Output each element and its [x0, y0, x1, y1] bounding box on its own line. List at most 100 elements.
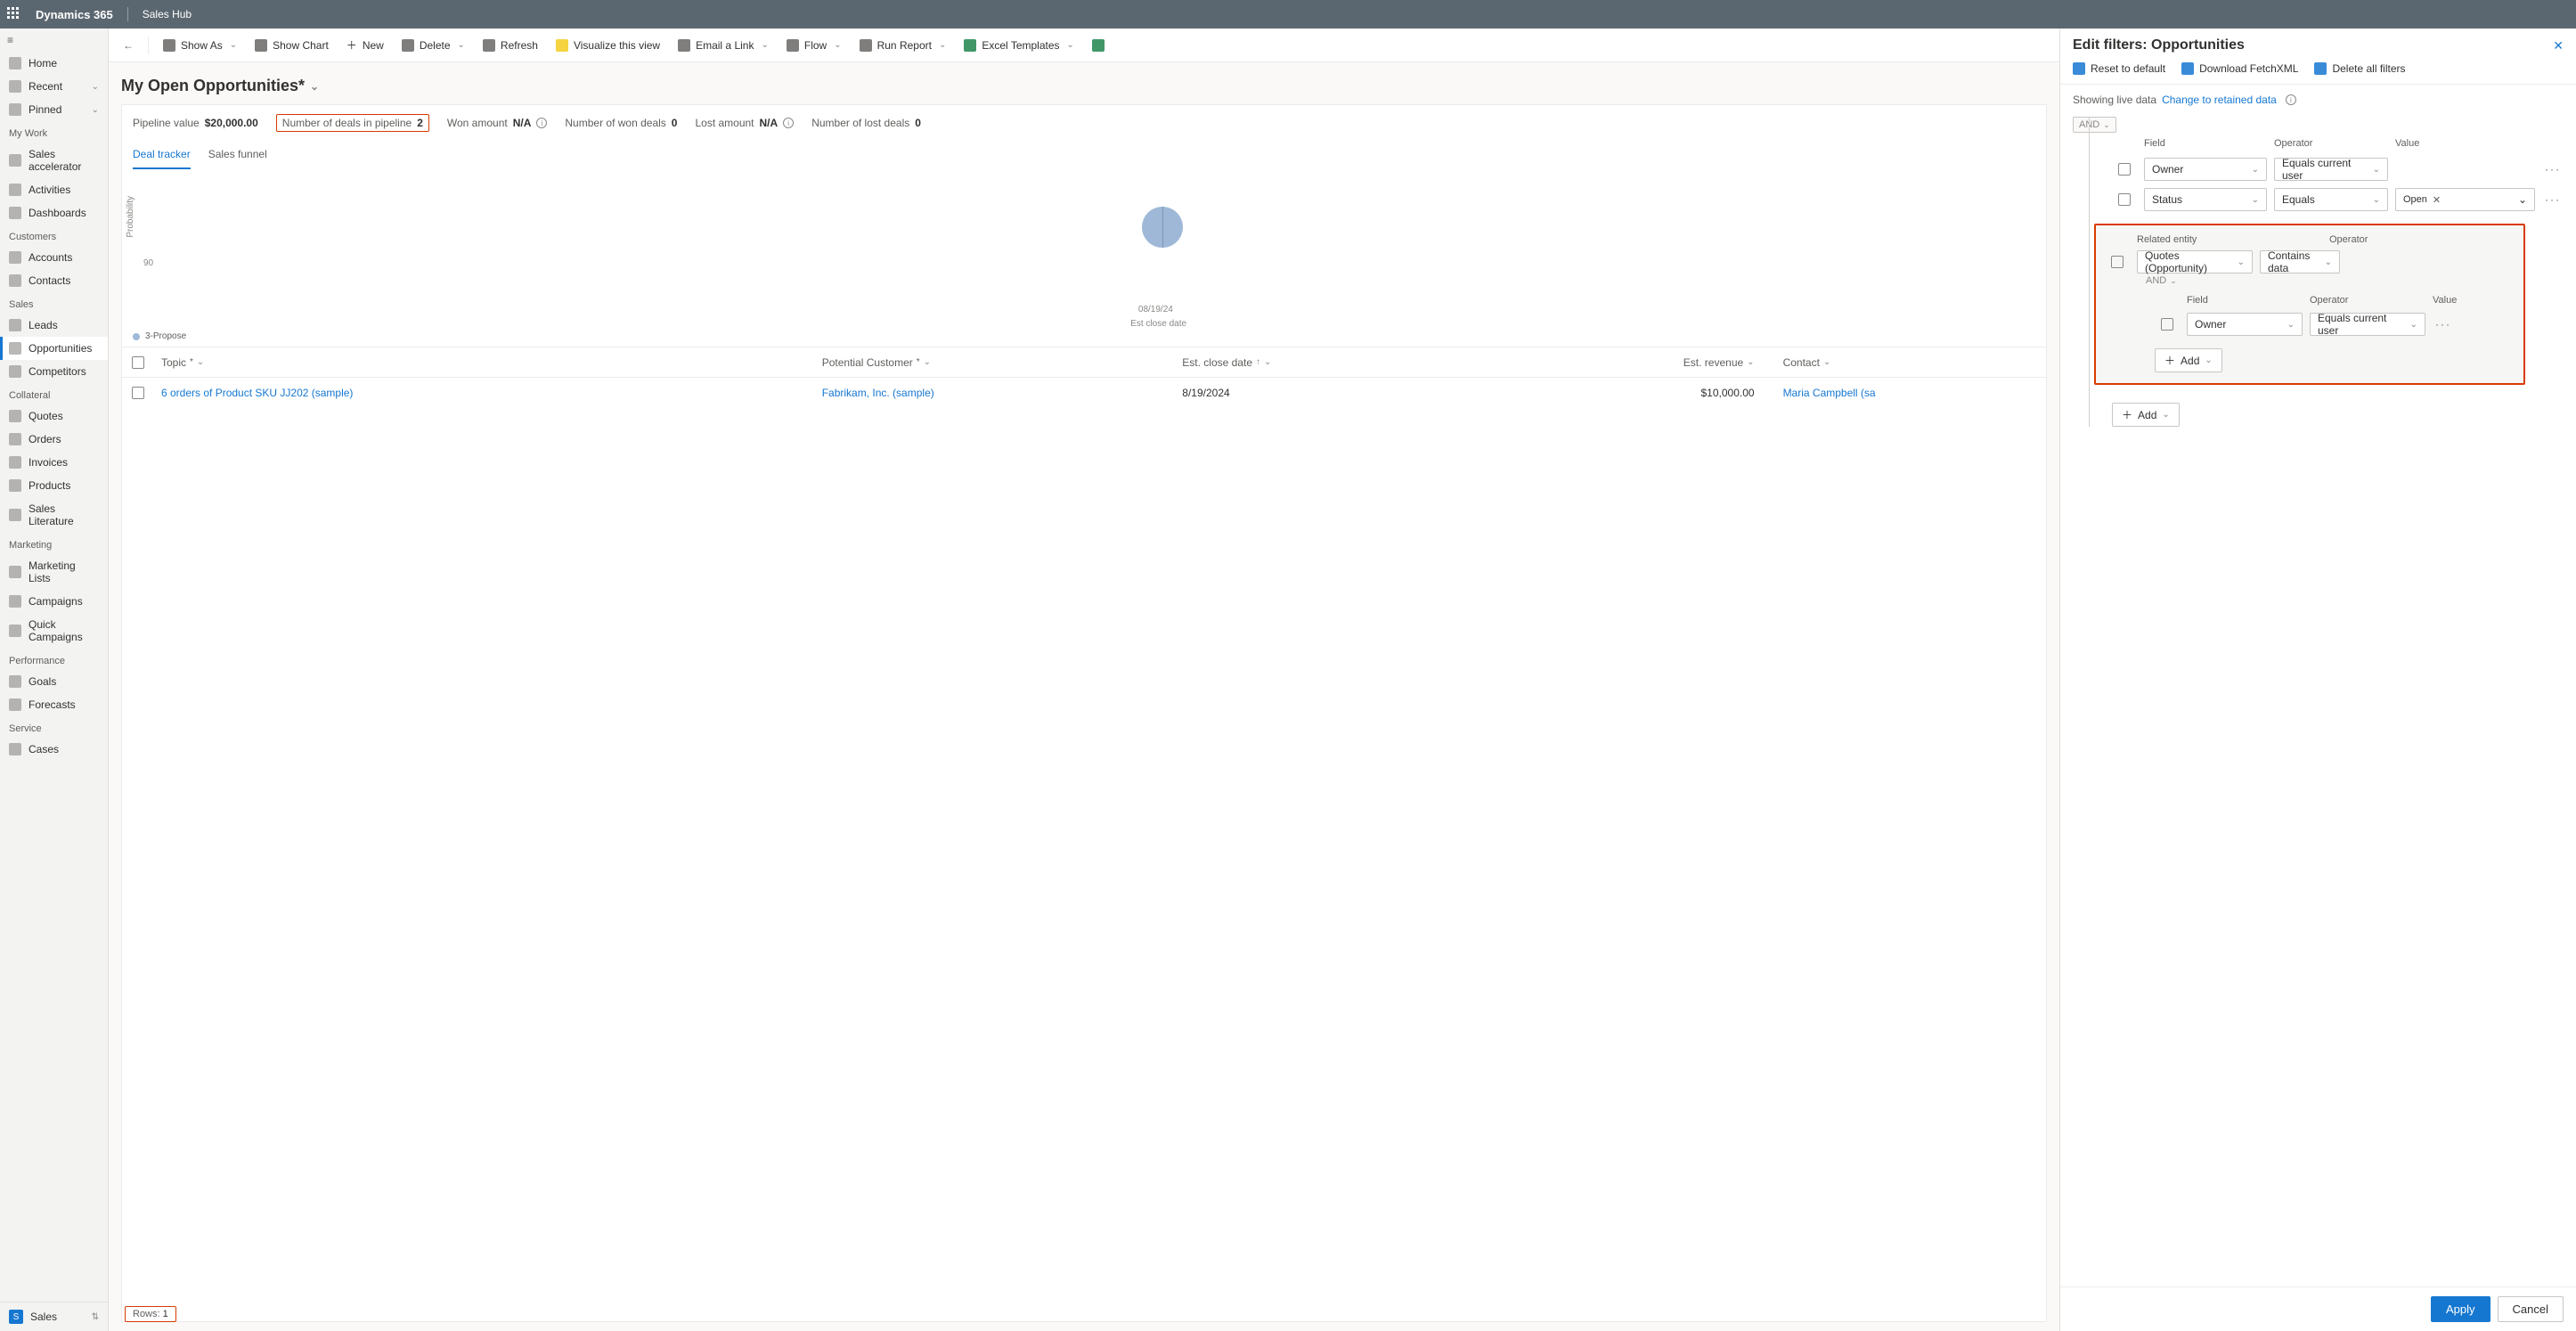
- nav-competitors[interactable]: Competitors: [0, 360, 108, 383]
- nav-leads[interactable]: Leads: [0, 314, 108, 337]
- reset-to-default-button[interactable]: Reset to default: [2073, 62, 2165, 75]
- command-bar: ← Show As⌄ Show Chart ＋New Delete⌄ Refre…: [109, 29, 2059, 62]
- chevron-down-icon: ⌄: [230, 40, 237, 50]
- row-checkbox[interactable]: [2155, 318, 2180, 331]
- info-icon[interactable]: i: [536, 118, 547, 128]
- cell-customer[interactable]: Fabrikam, Inc. (sample): [815, 387, 1176, 399]
- nav-cases[interactable]: Cases: [0, 738, 108, 761]
- nav-activities[interactable]: Activities: [0, 178, 108, 201]
- nav-marketing-lists[interactable]: Marketing Lists: [0, 554, 108, 590]
- chart-legend: 3-Propose: [133, 331, 186, 341]
- view-title[interactable]: My Open Opportunities* ⌄: [121, 71, 2047, 104]
- field-select[interactable]: Status⌄: [2144, 188, 2267, 211]
- inner-and-operator[interactable]: AND⌄: [2140, 274, 2182, 288]
- app-launcher-icon[interactable]: [7, 7, 21, 21]
- col-close-date[interactable]: Est. close date↑⌄: [1175, 356, 1475, 369]
- nav-campaigns[interactable]: Campaigns: [0, 590, 108, 613]
- metric-pipeline-value: Pipeline value$20,000.00: [133, 117, 258, 129]
- download-fetchxml-button[interactable]: Download FetchXML: [2181, 62, 2298, 75]
- nav-label: Products: [29, 479, 70, 492]
- cmd-label: Run Report: [877, 39, 932, 52]
- operator-select[interactable]: Equals⌄: [2274, 188, 2388, 211]
- col-contact[interactable]: Contact⌄: [1776, 356, 2046, 369]
- nav-invoices[interactable]: Invoices: [0, 451, 108, 474]
- close-button[interactable]: ✕: [2553, 38, 2564, 53]
- nav-collapse-icon[interactable]: ≡: [0, 29, 108, 52]
- col-label: Est. revenue: [1683, 356, 1743, 369]
- select-value: Owner: [2152, 163, 2183, 176]
- chart-bubble[interactable]: [1142, 207, 1183, 248]
- nav-sales-accelerator[interactable]: Sales accelerator: [0, 143, 108, 178]
- nav-recent[interactable]: Recent⌄: [0, 75, 108, 98]
- add-inner-button[interactable]: ＋Add⌄: [2155, 348, 2222, 372]
- row-checkbox[interactable]: [2105, 256, 2130, 268]
- cmd-email-link[interactable]: Email a Link⌄: [671, 36, 776, 55]
- row-checkbox[interactable]: [2112, 193, 2137, 206]
- value-chip: Open✕: [2403, 194, 2441, 206]
- delete-all-filters-button[interactable]: Delete all filters: [2314, 62, 2405, 75]
- col-topic[interactable]: Topic*⌄: [154, 356, 815, 369]
- home-icon: [9, 57, 21, 69]
- nav-accounts[interactable]: Accounts: [0, 246, 108, 269]
- cmd-visualize[interactable]: Visualize this view: [549, 36, 667, 55]
- cmd-excel-templates[interactable]: Excel Templates⌄: [957, 36, 1081, 55]
- row-select[interactable]: [122, 387, 154, 399]
- tool-label: Delete all filters: [2332, 62, 2405, 75]
- back-button[interactable]: ←: [116, 36, 141, 55]
- nav-forecasts[interactable]: Forecasts: [0, 693, 108, 716]
- cmd-show-chart[interactable]: Show Chart: [248, 36, 336, 55]
- cmd-new[interactable]: ＋New: [339, 34, 391, 56]
- rows-value: 1: [163, 1309, 168, 1319]
- cmd-delete[interactable]: Delete⌄: [395, 36, 472, 55]
- nav-quick-campaigns[interactable]: Quick Campaigns: [0, 613, 108, 649]
- info-icon[interactable]: i: [783, 118, 794, 128]
- inner-filter-row-owner: Owner⌄ Equals current user⌄ ···: [2105, 309, 2515, 339]
- tab-sales-funnel[interactable]: Sales funnel: [208, 141, 267, 169]
- cmd-flow[interactable]: Flow⌄: [779, 36, 849, 55]
- cancel-button[interactable]: Cancel: [2498, 1296, 2564, 1322]
- related-entity-select[interactable]: Quotes (Opportunity)⌄: [2137, 250, 2253, 274]
- row-more-button[interactable]: ···: [2433, 318, 2454, 331]
- nav-contacts[interactable]: Contacts: [0, 269, 108, 292]
- nav-dashboards[interactable]: Dashboards: [0, 201, 108, 225]
- cmd-refresh[interactable]: Refresh: [476, 36, 545, 55]
- cmd-run-report[interactable]: Run Report⌄: [852, 36, 954, 55]
- cmd-excel-export[interactable]: [1085, 36, 1112, 55]
- col-revenue[interactable]: Est. revenue⌄: [1475, 356, 1775, 369]
- nav-goals[interactable]: Goals: [0, 670, 108, 693]
- tab-deal-tracker[interactable]: Deal tracker: [133, 141, 191, 169]
- related-op-select[interactable]: Contains data⌄: [2260, 250, 2340, 274]
- select-all[interactable]: [122, 356, 154, 369]
- panel-footer: Apply Cancel: [2060, 1286, 2576, 1331]
- change-to-retained-link[interactable]: Change to retained data: [2162, 94, 2277, 106]
- group-operator-and[interactable]: AND⌄: [2073, 117, 2116, 133]
- operator-select[interactable]: Equals current user⌄: [2310, 313, 2425, 336]
- grid-row[interactable]: 6 orders of Product SKU JJ202 (sample) F…: [122, 378, 2046, 408]
- area-switcher[interactable]: S Sales ⇅: [0, 1302, 108, 1331]
- operator-select[interactable]: Equals current user⌄: [2274, 158, 2388, 181]
- info-icon[interactable]: i: [2286, 94, 2296, 105]
- apply-button[interactable]: Apply: [2431, 1296, 2490, 1322]
- nav-opportunities[interactable]: Opportunities: [0, 337, 108, 360]
- metric-label: Won amount: [447, 117, 508, 129]
- nav-sales-literature[interactable]: Sales Literature: [0, 497, 108, 533]
- nav-label: Pinned: [29, 103, 61, 116]
- chip-remove-icon[interactable]: ✕: [2433, 194, 2441, 206]
- cell-topic[interactable]: 6 orders of Product SKU JJ202 (sample): [154, 387, 815, 399]
- nav-pinned[interactable]: Pinned⌄: [0, 98, 108, 121]
- cmd-show-as[interactable]: Show As⌄: [156, 36, 244, 55]
- row-more-button[interactable]: ···: [2542, 193, 2564, 206]
- col-customer[interactable]: Potential Customer*⌄: [815, 356, 1176, 369]
- add-outer-button[interactable]: ＋Add⌄: [2112, 403, 2180, 427]
- field-select[interactable]: Owner⌄: [2187, 313, 2303, 336]
- value-chip-input[interactable]: Open✕⌄: [2395, 188, 2535, 211]
- task-icon: [9, 184, 21, 196]
- cell-contact[interactable]: Maria Campbell (sa: [1776, 387, 2046, 399]
- nav-products[interactable]: Products: [0, 474, 108, 497]
- row-more-button[interactable]: ···: [2542, 163, 2564, 176]
- nav-orders[interactable]: Orders: [0, 428, 108, 451]
- row-checkbox[interactable]: [2112, 163, 2137, 176]
- nav-home[interactable]: Home: [0, 52, 108, 75]
- nav-quotes[interactable]: Quotes: [0, 404, 108, 428]
- field-select[interactable]: Owner⌄: [2144, 158, 2267, 181]
